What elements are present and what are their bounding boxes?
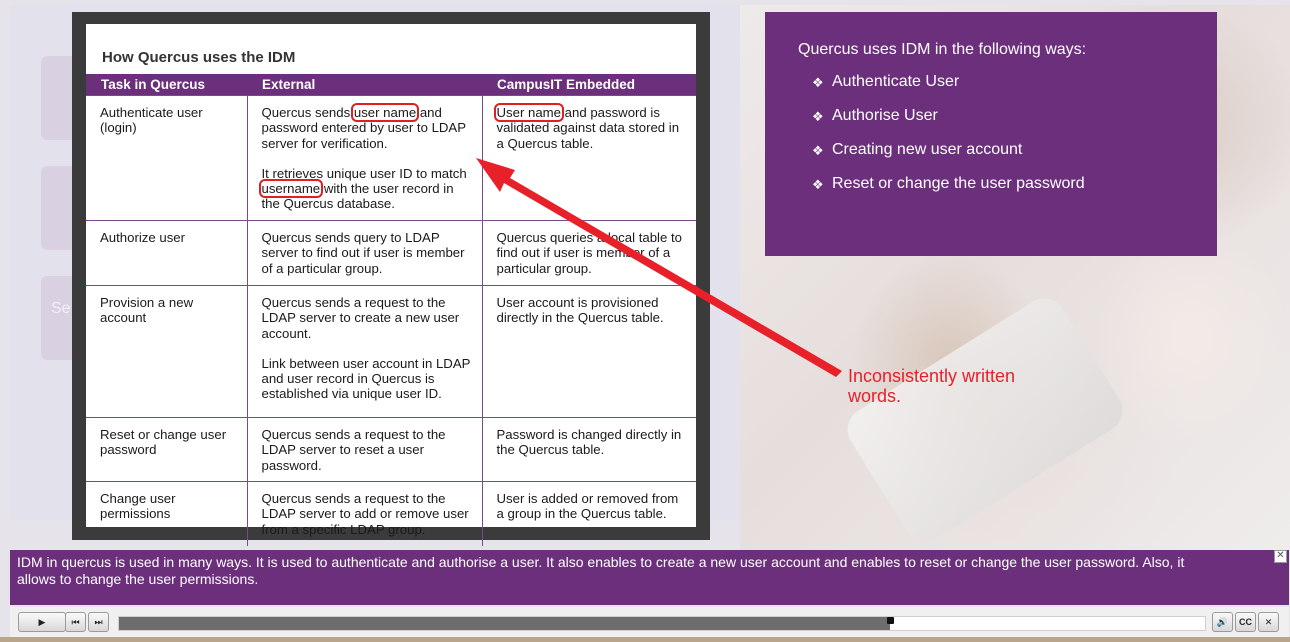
caption-close-icon[interactable]: ✕: [1274, 550, 1287, 563]
thumbnail-strip: [0, 637, 1290, 642]
slide-stage: Se Quercus uses IDM in the following way…: [0, 0, 1290, 642]
caption-bar: IDM in quercus is used in many ways. It …: [10, 550, 1289, 605]
play-icon: ▶: [38, 617, 46, 627]
closed-captions-button[interactable]: CC: [1235, 612, 1256, 632]
annotation-arrow: [476, 158, 842, 377]
progress-handle[interactable]: [887, 617, 895, 624]
annotation-arrow-shape: [476, 158, 842, 377]
caption-text: IDM in quercus is used in many ways. It …: [17, 554, 1185, 587]
player-controls: ▶ ⏮ ⏭ 🔊 CC ✕: [10, 607, 1289, 637]
close-player-button[interactable]: ✕: [1258, 612, 1279, 632]
next-icon: ⏭: [94, 617, 103, 627]
previous-button[interactable]: ⏮: [65, 612, 86, 632]
cc-label: CC: [1239, 617, 1252, 627]
annotation-callout: Inconsistently written words.: [848, 366, 1016, 406]
volume-button[interactable]: 🔊: [1212, 612, 1233, 632]
previous-icon: ⏮: [71, 617, 80, 627]
progress-fill: [119, 617, 891, 630]
close-icon: ✕: [1264, 617, 1273, 627]
volume-icon: 🔊: [1216, 617, 1229, 627]
play-button[interactable]: ▶: [18, 612, 66, 632]
next-button[interactable]: ⏭: [88, 612, 109, 632]
progress-bar[interactable]: [118, 616, 1206, 631]
